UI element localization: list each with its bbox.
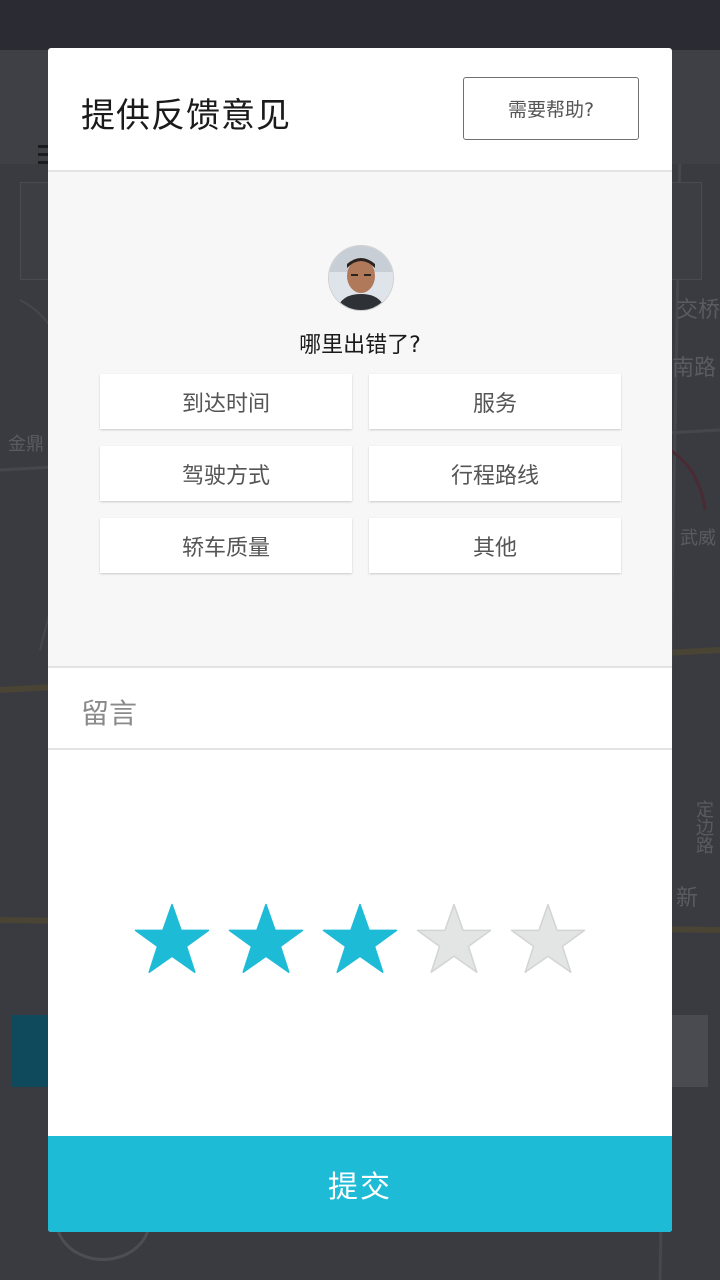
avatar-image	[329, 246, 393, 310]
map-label: 新	[676, 886, 699, 911]
star-icon[interactable]	[510, 901, 586, 975]
map-label: 武威	[680, 528, 716, 549]
map-label: 南路	[672, 356, 717, 381]
star-icon[interactable]	[228, 901, 304, 975]
feedback-modal: 提供反馈意见 需要帮助? 哪里出错了? 到达时间 服务 驾驶方式 行程路线 轿车…	[48, 48, 672, 1232]
option-service[interactable]: 服务	[369, 374, 621, 429]
comment-field[interactable]: 留言	[48, 668, 672, 750]
modal-title: 提供反馈意见	[81, 96, 291, 136]
background-tab	[12, 1015, 52, 1087]
star-icon[interactable]	[322, 901, 398, 975]
background-tab	[668, 1015, 708, 1087]
issue-section: 哪里出错了? 到达时间 服务 驾驶方式 行程路线 轿车质量 其他	[48, 172, 672, 668]
option-driving-style[interactable]: 驾驶方式	[100, 446, 352, 501]
status-bar	[0, 0, 720, 50]
star-rating	[134, 901, 614, 981]
map-label: 金鼎	[8, 434, 44, 455]
modal-header: 提供反馈意见 需要帮助?	[48, 48, 672, 172]
issue-question: 哪里出错了?	[299, 333, 421, 358]
star-icon[interactable]	[416, 901, 492, 975]
option-route[interactable]: 行程路线	[369, 446, 621, 501]
help-button[interactable]: 需要帮助?	[463, 77, 639, 140]
driver-avatar	[328, 245, 394, 311]
submit-button[interactable]: 提交	[48, 1136, 672, 1232]
option-car-quality[interactable]: 轿车质量	[100, 518, 352, 573]
comment-placeholder: 留言	[81, 697, 138, 730]
map-label: 定边路	[693, 800, 714, 854]
star-icon[interactable]	[134, 901, 210, 975]
map-label: 交桥	[676, 298, 720, 323]
option-arrival-time[interactable]: 到达时间	[100, 374, 352, 429]
option-other[interactable]: 其他	[369, 518, 621, 573]
